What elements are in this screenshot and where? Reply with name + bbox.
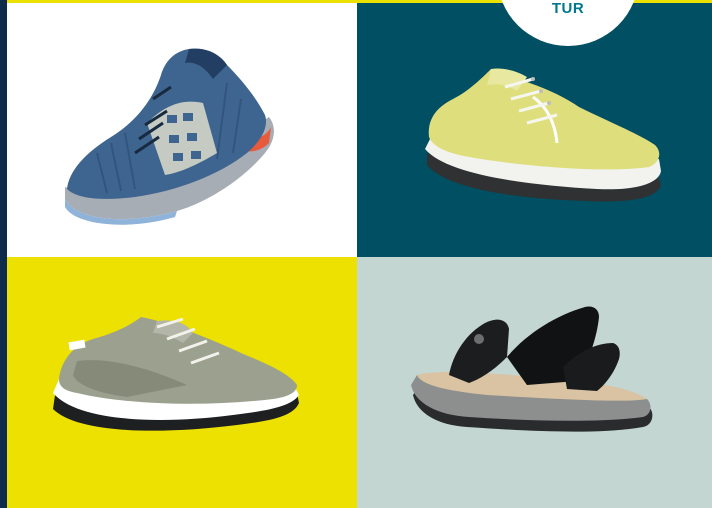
product-tile-grey-sneaker[interactable] — [7, 257, 357, 508]
blue-knit-sneaker-icon — [65, 48, 274, 225]
product-tile-black-sandal[interactable] — [357, 257, 712, 508]
grey-running-sneaker-icon — [53, 317, 299, 431]
product-tile-yellow-sneaker[interactable] — [357, 3, 712, 257]
product-tile-blue-sneaker[interactable] — [7, 3, 357, 257]
badge-text: TUR — [551, 0, 585, 17]
black-strap-sandal-icon — [411, 306, 653, 432]
yellow-suede-sneaker-icon — [425, 68, 661, 202]
left-frame-bar — [0, 0, 7, 508]
